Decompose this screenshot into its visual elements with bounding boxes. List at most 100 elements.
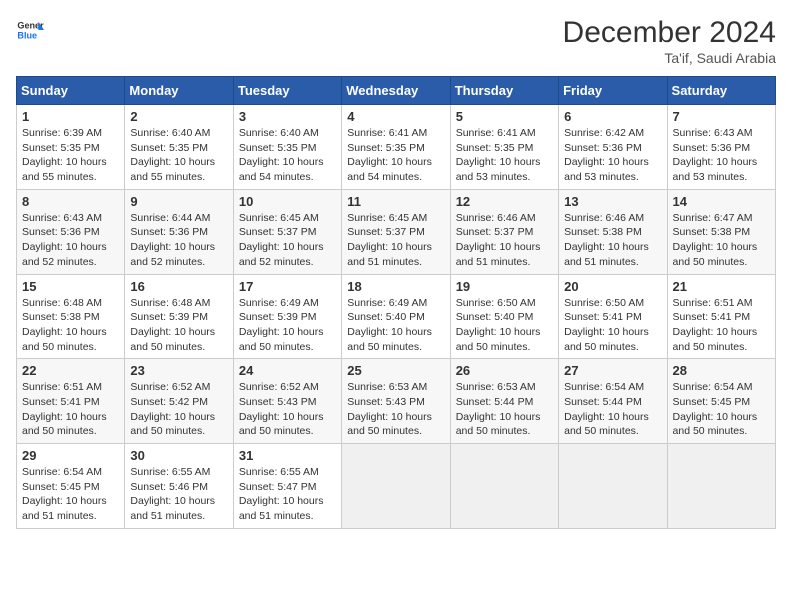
day-info: Sunrise: 6:54 AM Sunset: 5:45 PM Dayligh… — [22, 465, 119, 524]
day-info: Sunrise: 6:50 AM Sunset: 5:40 PM Dayligh… — [456, 296, 553, 355]
day-number: 31 — [239, 448, 336, 463]
day-info: Sunrise: 6:53 AM Sunset: 5:43 PM Dayligh… — [347, 380, 444, 439]
day-cell: 10Sunrise: 6:45 AM Sunset: 5:37 PM Dayli… — [233, 189, 341, 274]
calendar-table: SundayMondayTuesdayWednesdayThursdayFrid… — [16, 76, 776, 529]
day-info: Sunrise: 6:46 AM Sunset: 5:37 PM Dayligh… — [456, 211, 553, 270]
day-number: 26 — [456, 363, 553, 378]
day-cell: 9 Sunrise: 6:44 AM Sunset: 5:36 PM Daylig… — [125, 189, 233, 274]
day-cell: 4 Sunrise: 6:41 AM Sunset: 5:35 PM Daylig… — [342, 105, 450, 190]
day-number: 21 — [673, 279, 770, 294]
day-info: Sunrise: 6:50 AM Sunset: 5:41 PM Dayligh… — [564, 296, 661, 355]
week-row-1: 1 Sunrise: 6:39 AM Sunset: 5:35 PM Daylig… — [17, 105, 776, 190]
day-cell — [342, 444, 450, 529]
day-number: 4 — [347, 109, 444, 124]
day-cell: 17 Sunrise: 6:49 AM Sunset: 5:39 PM Dayli… — [233, 274, 341, 359]
day-info: Sunrise: 6:55 AM Sunset: 5:46 PM Dayligh… — [130, 465, 227, 524]
title-block: December 2024 Ta'if, Saudi Arabia — [563, 16, 776, 66]
week-row-2: 8Sunrise: 6:43 AM Sunset: 5:36 PM Daylig… — [17, 189, 776, 274]
day-cell: 13 Sunrise: 6:46 AM Sunset: 5:38 PM Dayli… — [559, 189, 667, 274]
week-row-4: 22 Sunrise: 6:51 AM Sunset: 5:41 PM Dayli… — [17, 359, 776, 444]
col-header-wednesday: Wednesday — [342, 77, 450, 105]
calendar-header: SundayMondayTuesdayWednesdayThursdayFrid… — [17, 77, 776, 105]
day-number: 13 — [564, 194, 661, 209]
day-number: 11 — [347, 194, 444, 209]
day-info: Sunrise: 6:43 AM Sunset: 5:36 PM Dayligh… — [673, 126, 770, 185]
day-info: Sunrise: 6:40 AM Sunset: 5:35 PM Dayligh… — [239, 126, 336, 185]
day-cell: 1 Sunrise: 6:39 AM Sunset: 5:35 PM Daylig… — [17, 105, 125, 190]
day-info: Sunrise: 6:44 AM Sunset: 5:36 PM Dayligh… — [130, 211, 227, 270]
day-info: Sunrise: 6:55 AM Sunset: 5:47 PM Dayligh… — [239, 465, 336, 524]
day-info: Sunrise: 6:47 AM Sunset: 5:38 PM Dayligh… — [673, 211, 770, 270]
day-cell: 29Sunrise: 6:54 AM Sunset: 5:45 PM Dayli… — [17, 444, 125, 529]
day-cell: 8Sunrise: 6:43 AM Sunset: 5:36 PM Daylig… — [17, 189, 125, 274]
week-row-3: 15 Sunrise: 6:48 AM Sunset: 5:38 PM Dayli… — [17, 274, 776, 359]
col-header-tuesday: Tuesday — [233, 77, 341, 105]
day-number: 25 — [347, 363, 444, 378]
day-number: 27 — [564, 363, 661, 378]
day-info: Sunrise: 6:54 AM Sunset: 5:44 PM Dayligh… — [564, 380, 661, 439]
day-number: 28 — [673, 363, 770, 378]
day-number: 23 — [130, 363, 227, 378]
day-info: Sunrise: 6:46 AM Sunset: 5:38 PM Dayligh… — [564, 211, 661, 270]
day-number: 9 — [130, 194, 227, 209]
day-info: Sunrise: 6:52 AM Sunset: 5:42 PM Dayligh… — [130, 380, 227, 439]
day-info: Sunrise: 6:41 AM Sunset: 5:35 PM Dayligh… — [347, 126, 444, 185]
day-number: 12 — [456, 194, 553, 209]
day-info: Sunrise: 6:49 AM Sunset: 5:39 PM Dayligh… — [239, 296, 336, 355]
day-info: Sunrise: 6:51 AM Sunset: 5:41 PM Dayligh… — [22, 380, 119, 439]
day-cell: 5 Sunrise: 6:41 AM Sunset: 5:35 PM Daylig… — [450, 105, 558, 190]
page-header: General Blue December 2024 Ta'if, Saudi … — [16, 16, 776, 66]
month-title: December 2024 — [563, 16, 776, 50]
day-info: Sunrise: 6:42 AM Sunset: 5:36 PM Dayligh… — [564, 126, 661, 185]
logo-icon: General Blue — [16, 16, 44, 44]
day-info: Sunrise: 6:51 AM Sunset: 5:41 PM Dayligh… — [673, 296, 770, 355]
location-subtitle: Ta'if, Saudi Arabia — [563, 50, 776, 66]
day-cell: 7 Sunrise: 6:43 AM Sunset: 5:36 PM Daylig… — [667, 105, 775, 190]
day-info: Sunrise: 6:43 AM Sunset: 5:36 PM Dayligh… — [22, 211, 119, 270]
day-cell: 2 Sunrise: 6:40 AM Sunset: 5:35 PM Daylig… — [125, 105, 233, 190]
col-header-sunday: Sunday — [17, 77, 125, 105]
day-cell — [559, 444, 667, 529]
day-number: 14 — [673, 194, 770, 209]
day-number: 15 — [22, 279, 119, 294]
day-info: Sunrise: 6:48 AM Sunset: 5:38 PM Dayligh… — [22, 296, 119, 355]
day-info: Sunrise: 6:41 AM Sunset: 5:35 PM Dayligh… — [456, 126, 553, 185]
day-cell: 3 Sunrise: 6:40 AM Sunset: 5:35 PM Daylig… — [233, 105, 341, 190]
day-cell — [450, 444, 558, 529]
day-cell: 12 Sunrise: 6:46 AM Sunset: 5:37 PM Dayli… — [450, 189, 558, 274]
day-number: 7 — [673, 109, 770, 124]
day-info: Sunrise: 6:40 AM Sunset: 5:35 PM Dayligh… — [130, 126, 227, 185]
col-header-friday: Friday — [559, 77, 667, 105]
day-cell: 14 Sunrise: 6:47 AM Sunset: 5:38 PM Dayli… — [667, 189, 775, 274]
day-header-row: SundayMondayTuesdayWednesdayThursdayFrid… — [17, 77, 776, 105]
day-info: Sunrise: 6:48 AM Sunset: 5:39 PM Dayligh… — [130, 296, 227, 355]
day-number: 22 — [22, 363, 119, 378]
day-cell: 11Sunrise: 6:45 AM Sunset: 5:37 PM Dayli… — [342, 189, 450, 274]
day-number: 17 — [239, 279, 336, 294]
day-number: 24 — [239, 363, 336, 378]
day-cell: 21 Sunrise: 6:51 AM Sunset: 5:41 PM Dayli… — [667, 274, 775, 359]
day-number: 3 — [239, 109, 336, 124]
day-number: 6 — [564, 109, 661, 124]
day-info: Sunrise: 6:53 AM Sunset: 5:44 PM Dayligh… — [456, 380, 553, 439]
day-number: 16 — [130, 279, 227, 294]
day-info: Sunrise: 6:39 AM Sunset: 5:35 PM Dayligh… — [22, 126, 119, 185]
day-number: 2 — [130, 109, 227, 124]
day-number: 20 — [564, 279, 661, 294]
svg-text:Blue: Blue — [17, 30, 37, 40]
calendar-body: 1 Sunrise: 6:39 AM Sunset: 5:35 PM Daylig… — [17, 105, 776, 529]
day-number: 1 — [22, 109, 119, 124]
day-cell: 26 Sunrise: 6:53 AM Sunset: 5:44 PM Dayli… — [450, 359, 558, 444]
day-cell: 31 Sunrise: 6:55 AM Sunset: 5:47 PM Dayli… — [233, 444, 341, 529]
day-cell — [667, 444, 775, 529]
day-number: 5 — [456, 109, 553, 124]
logo: General Blue — [16, 16, 44, 44]
col-header-thursday: Thursday — [450, 77, 558, 105]
day-cell: 18Sunrise: 6:49 AM Sunset: 5:40 PM Dayli… — [342, 274, 450, 359]
day-cell: 23 Sunrise: 6:52 AM Sunset: 5:42 PM Dayli… — [125, 359, 233, 444]
day-number: 30 — [130, 448, 227, 463]
day-cell: 15 Sunrise: 6:48 AM Sunset: 5:38 PM Dayli… — [17, 274, 125, 359]
day-info: Sunrise: 6:45 AM Sunset: 5:37 PM Dayligh… — [239, 211, 336, 270]
day-info: Sunrise: 6:49 AM Sunset: 5:40 PM Dayligh… — [347, 296, 444, 355]
day-cell: 30 Sunrise: 6:55 AM Sunset: 5:46 PM Dayli… — [125, 444, 233, 529]
